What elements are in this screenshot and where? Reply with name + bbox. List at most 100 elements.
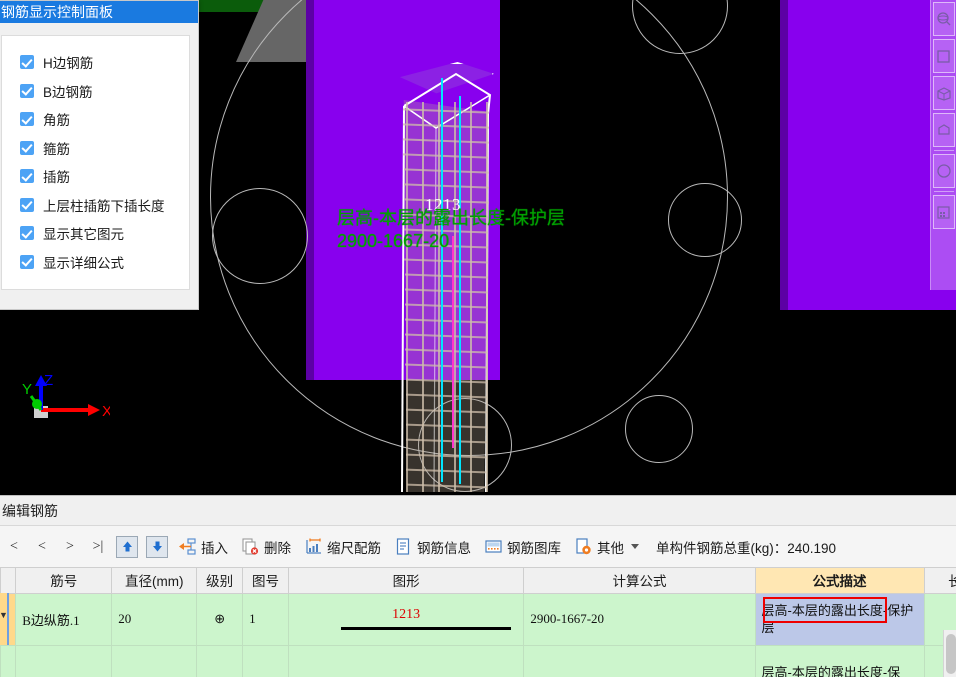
app-root: 1213 层高-本层的露出长度-保护层 2900-1667-20 X Z Y 钢… — [0, 0, 956, 677]
next-record-button[interactable]: > — [56, 532, 84, 562]
formula-annotation-line2: 2900-1667-20 — [337, 231, 450, 251]
rebar-display-control-panel[interactable]: 钢筋显示控制面板 H边钢筋 B边钢筋 角筋 箍筋 插筋 上层柱插筋下插长度 显示… — [0, 0, 199, 310]
rebar-library-label: 钢筋图库 — [507, 540, 561, 556]
table-view-icon[interactable] — [932, 195, 955, 229]
panel-title: 钢筋显示控制面板 — [0, 1, 198, 23]
scale-rebar-icon — [306, 538, 321, 554]
selected-row-indicator[interactable] — [0, 593, 9, 645]
rebar-library-icon — [485, 540, 502, 553]
vertical-rebar — [454, 102, 456, 492]
orbit-view-icon[interactable] — [932, 2, 955, 36]
cell-formula[interactable]: 2900-1667-20 — [523, 592, 756, 646]
checkbox-row-show-other-elements[interactable]: 显示其它图元 — [12, 219, 179, 248]
other-settings-button[interactable]: 其他 — [568, 532, 646, 562]
checkbox-icon[interactable] — [20, 197, 34, 212]
arrow-up-icon[interactable] — [116, 535, 138, 558]
vertical-rebar — [438, 102, 440, 492]
cell-diameter[interactable] — [111, 644, 198, 677]
insert-row-button[interactable]: 插入 — [172, 532, 235, 562]
cell-shape[interactable] — [287, 644, 525, 677]
other-settings-label: 其他 — [597, 540, 624, 556]
delete-row-button[interactable]: 删除 — [235, 532, 298, 562]
highlighted-rebar-2 — [459, 96, 462, 484]
checkbox-row-show-detailed-formula[interactable]: 显示详细公式 — [12, 248, 179, 277]
first-record-button[interactable]: < — [0, 532, 28, 562]
circle-select-icon[interactable] — [932, 154, 955, 188]
other-settings-icon — [576, 538, 591, 555]
checkbox-label: 上层柱插筋下插长度 — [43, 198, 165, 214]
cell-grade[interactable] — [196, 644, 244, 677]
column-header-length[interactable]: 长. — [923, 568, 956, 594]
column-header-figure-number[interactable]: 图号 — [242, 568, 289, 594]
delete-row-label: 删除 — [264, 540, 291, 556]
cell-formula-description[interactable]: 层高-本层的露出长度-保护层 — [754, 592, 925, 646]
cell-diameter[interactable]: 20 — [111, 592, 198, 646]
checkbox-row-h-side-rebar[interactable]: H边钢筋 — [12, 48, 179, 77]
vertical-rebar — [470, 102, 472, 492]
cell-figure-number[interactable]: 1 — [242, 592, 289, 646]
rebar-table: 筋号 直径(mm) 级别 图号 图形 计算公式 公式描述 长. B边纵筋.1 — [0, 568, 956, 677]
table-row[interactable]: 层高-本层的露出长度-保 — [0, 644, 956, 677]
column-header-rebar-number[interactable]: 筋号 — [15, 568, 113, 594]
scale-rebar-label: 缩尺配筋 — [327, 540, 381, 556]
checkbox-icon[interactable] — [20, 112, 34, 127]
axis-gizmo: X Z Y — [22, 372, 110, 420]
checkbox-row-b-side-rebar[interactable]: B边钢筋 — [12, 77, 179, 106]
rebar-library-button[interactable]: 钢筋图库 — [478, 532, 568, 562]
column-header-formula-description[interactable]: 公式描述 — [754, 568, 925, 594]
cell-shape[interactable]: 1213 — [287, 592, 525, 646]
checkbox-label: 显示其它图元 — [43, 227, 124, 243]
checkbox-row-upper-column-dowel-length[interactable]: 上层柱插筋下插长度 — [12, 191, 179, 220]
checkbox-icon[interactable] — [20, 254, 34, 269]
top-view-icon[interactable] — [932, 113, 955, 147]
cell-rebar-number[interactable] — [15, 644, 113, 677]
highlighted-rebar-1 — [441, 78, 444, 482]
checkbox-icon[interactable] — [20, 140, 34, 155]
formula-annotation: 层高-本层的露出长度-保护层 2900-1667-20 — [337, 207, 565, 253]
view-tools-sidebar[interactable] — [930, 0, 956, 290]
vertical-rebar — [406, 102, 408, 492]
cell-grade[interactable]: ⊕ — [196, 592, 244, 646]
last-record-button[interactable]: >| — [84, 532, 112, 562]
column-header-diameter[interactable]: 直径(mm) — [111, 568, 198, 594]
table-vertical-scrollbar[interactable] — [943, 630, 956, 677]
formula-annotation-line1: 层高-本层的露出长度-保护层 — [337, 208, 565, 228]
toolbar-divider — [933, 150, 954, 151]
checkbox-row-stirrup[interactable]: 箍筋 — [12, 134, 179, 163]
column-header-shape[interactable]: 图形 — [287, 568, 525, 594]
table-row[interactable]: B边纵筋.1 20 ⊕ 1 1213 2900-1667-20 层高-本层的露出… — [0, 592, 956, 646]
scrollbar-thumb[interactable] — [946, 634, 956, 674]
toolbar-divider-2 — [933, 191, 954, 192]
cell-formula-description[interactable]: 层高-本层的露出长度-保 — [754, 644, 925, 677]
arrow-down-icon[interactable] — [146, 535, 168, 558]
rebar-info-button[interactable]: 钢筋信息 — [388, 532, 478, 562]
checkbox-label: B边钢筋 — [43, 84, 93, 100]
cell-rebar-number[interactable]: B边纵筋.1 — [15, 592, 113, 646]
rebar-toolbar[interactable]: < < > >| 插入 删除 缩尺配筋 钢筋信息 钢筋图库 其他 单构件钢筋总重… — [0, 526, 956, 568]
cell-formula[interactable] — [523, 644, 756, 677]
prev-record-button[interactable]: < — [28, 532, 56, 562]
column-header-grade[interactable]: 级别 — [196, 568, 244, 594]
checkbox-row-dowel[interactable]: 插筋 — [12, 162, 179, 191]
cell-figure-number[interactable] — [242, 644, 289, 677]
checkbox-icon[interactable] — [20, 83, 34, 98]
checkbox-icon[interactable] — [20, 55, 34, 70]
edit-rebar-title: 编辑钢筋 — [0, 496, 956, 526]
column-header-formula[interactable]: 计算公式 — [523, 568, 756, 594]
chevron-down-icon[interactable] — [631, 544, 639, 549]
checkbox-icon[interactable] — [20, 169, 34, 184]
rebar-cage-model[interactable] — [398, 62, 494, 492]
isometric-view-icon[interactable] — [932, 76, 955, 110]
checkbox-label: H边钢筋 — [43, 56, 94, 72]
row-selector-cell[interactable] — [0, 644, 17, 677]
scale-rebar-button[interactable]: 缩尺配筋 — [298, 532, 388, 562]
rebar-table-wrapper[interactable]: 筋号 直径(mm) 级别 图号 图形 计算公式 公式描述 长. B边纵筋.1 — [0, 568, 956, 677]
front-view-icon[interactable] — [932, 39, 955, 73]
checkbox-icon[interactable] — [20, 226, 34, 241]
rebar-info-label: 钢筋信息 — [417, 540, 471, 556]
delete-row-icon — [242, 538, 259, 555]
checkbox-row-corner-rebar[interactable]: 角筋 — [12, 105, 179, 134]
checkbox-group: H边钢筋 B边钢筋 角筋 箍筋 插筋 上层柱插筋下插长度 显示其它图元 显示详细… — [1, 35, 190, 290]
insert-row-label: 插入 — [201, 540, 228, 556]
insert-row-icon — [179, 538, 196, 555]
